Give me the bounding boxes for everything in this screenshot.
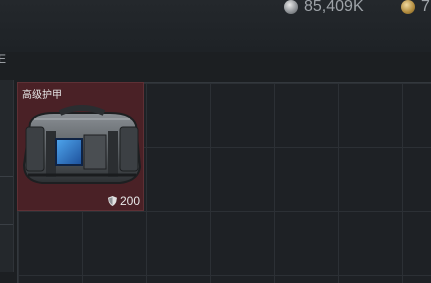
gold-coin-icon bbox=[401, 0, 415, 14]
item-name: 高级护甲 bbox=[22, 90, 62, 101]
left-panel bbox=[0, 80, 14, 272]
silver-coin-icon bbox=[284, 0, 298, 14]
inventory-item-armor[interactable]: 高级护甲 200 bbox=[17, 82, 144, 211]
silver-amount: 85,409K bbox=[304, 0, 364, 15]
top-bar bbox=[0, 0, 431, 52]
item-value-text: 200 bbox=[119, 194, 140, 208]
left-panel-divider bbox=[0, 224, 13, 225]
gold-currency: 7 bbox=[401, 0, 430, 16]
left-tab-label[interactable]: E bbox=[0, 52, 6, 66]
left-panel-divider bbox=[0, 176, 13, 177]
armor-bag-icon bbox=[22, 105, 142, 184]
item-value: 200 bbox=[107, 194, 140, 208]
gold-amount: 7 bbox=[421, 0, 430, 15]
silver-currency: 85,409K bbox=[284, 0, 364, 16]
shield-icon bbox=[107, 196, 117, 206]
